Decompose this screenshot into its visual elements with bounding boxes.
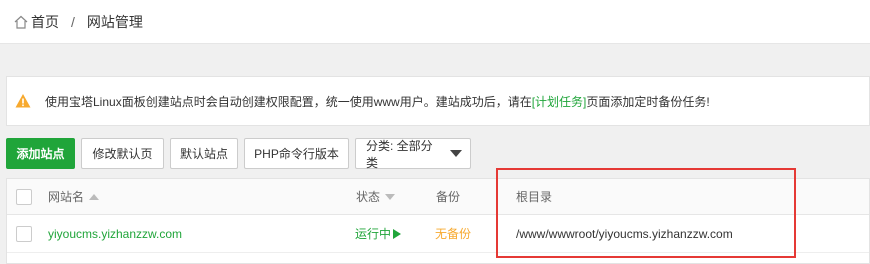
header-status[interactable]: 状态: [356, 179, 396, 214]
breadcrumb-home-link[interactable]: 首页: [31, 12, 59, 32]
site-name-link[interactable]: yiyoucms.yizhanzzw.com: [48, 227, 182, 241]
default-site-button[interactable]: 默认站点: [170, 138, 238, 169]
table-row: yiyoucms.yizhanzzw.com 运行中 无备份 /www/wwwr…: [7, 215, 869, 253]
category-select-value: 分类: 全部分类: [366, 138, 433, 170]
backup-link[interactable]: 无备份: [435, 225, 471, 242]
site-table: 网站名 状态 备份 根目录 yiyoucms.yizhanzzw.com 运行中…: [6, 178, 870, 264]
add-site-button[interactable]: 添加站点: [6, 138, 75, 169]
breadcrumb: 首页 / 网站管理: [0, 0, 870, 44]
edit-default-page-button[interactable]: 修改默认页: [81, 138, 164, 169]
cron-task-link[interactable]: [计划任务]: [532, 93, 587, 110]
header-root-label: 根目录: [516, 190, 553, 204]
header-backup-label: 备份: [436, 190, 461, 204]
header-site-name-label: 网站名: [48, 190, 85, 204]
row-select-cell: [16, 215, 32, 252]
root-path-link[interactable]: /www/wwwroot/yiyoucms.yizhanzzw.com: [516, 227, 733, 241]
status-toggle[interactable]: 运行中: [355, 225, 391, 242]
notice-text-before: 使用宝塔Linux面板创建站点时会自动创建权限配置，统一使用www用户。建站成功…: [45, 94, 532, 109]
warning-icon: [15, 94, 31, 108]
php-cli-version-button[interactable]: PHP命令行版本: [244, 138, 349, 169]
status-cell: 运行中: [355, 215, 402, 252]
root-cell: /www/wwwroot/yiyoucms.yizhanzzw.com: [516, 215, 733, 252]
header-backup: 备份: [436, 179, 460, 214]
header-status-label: 状态: [356, 190, 381, 204]
category-select[interactable]: 分类: 全部分类: [355, 138, 471, 170]
breadcrumb-current: 网站管理: [86, 13, 143, 30]
home-icon: [14, 15, 28, 29]
header-site-name[interactable]: 网站名: [48, 179, 100, 214]
toolbar: 添加站点 修改默认页 默认站点 PHP命令行版本 分类: 全部分类: [6, 138, 471, 170]
row-checkbox[interactable]: [16, 225, 32, 242]
header-root: 根目录: [516, 179, 552, 214]
notice-text-after: 页面添加定时备份任务!: [586, 94, 710, 109]
select-all-checkbox[interactable]: [16, 188, 32, 205]
site-name-cell: yiyoucms.yizhanzzw.com: [48, 215, 182, 252]
table-header: 网站名 状态 备份 根目录: [7, 179, 869, 215]
backup-cell: 无备份: [435, 215, 471, 252]
play-icon: [393, 228, 402, 239]
select-all-cell: [16, 179, 32, 214]
sort-icon: [385, 193, 396, 200]
caret-down-icon: [450, 150, 462, 157]
breadcrumb-separator: /: [71, 13, 75, 30]
notice-banner: 使用宝塔Linux面板创建站点时会自动创建权限配置，统一使用www用户。建站成功…: [6, 76, 870, 126]
sort-icon: [89, 193, 100, 200]
